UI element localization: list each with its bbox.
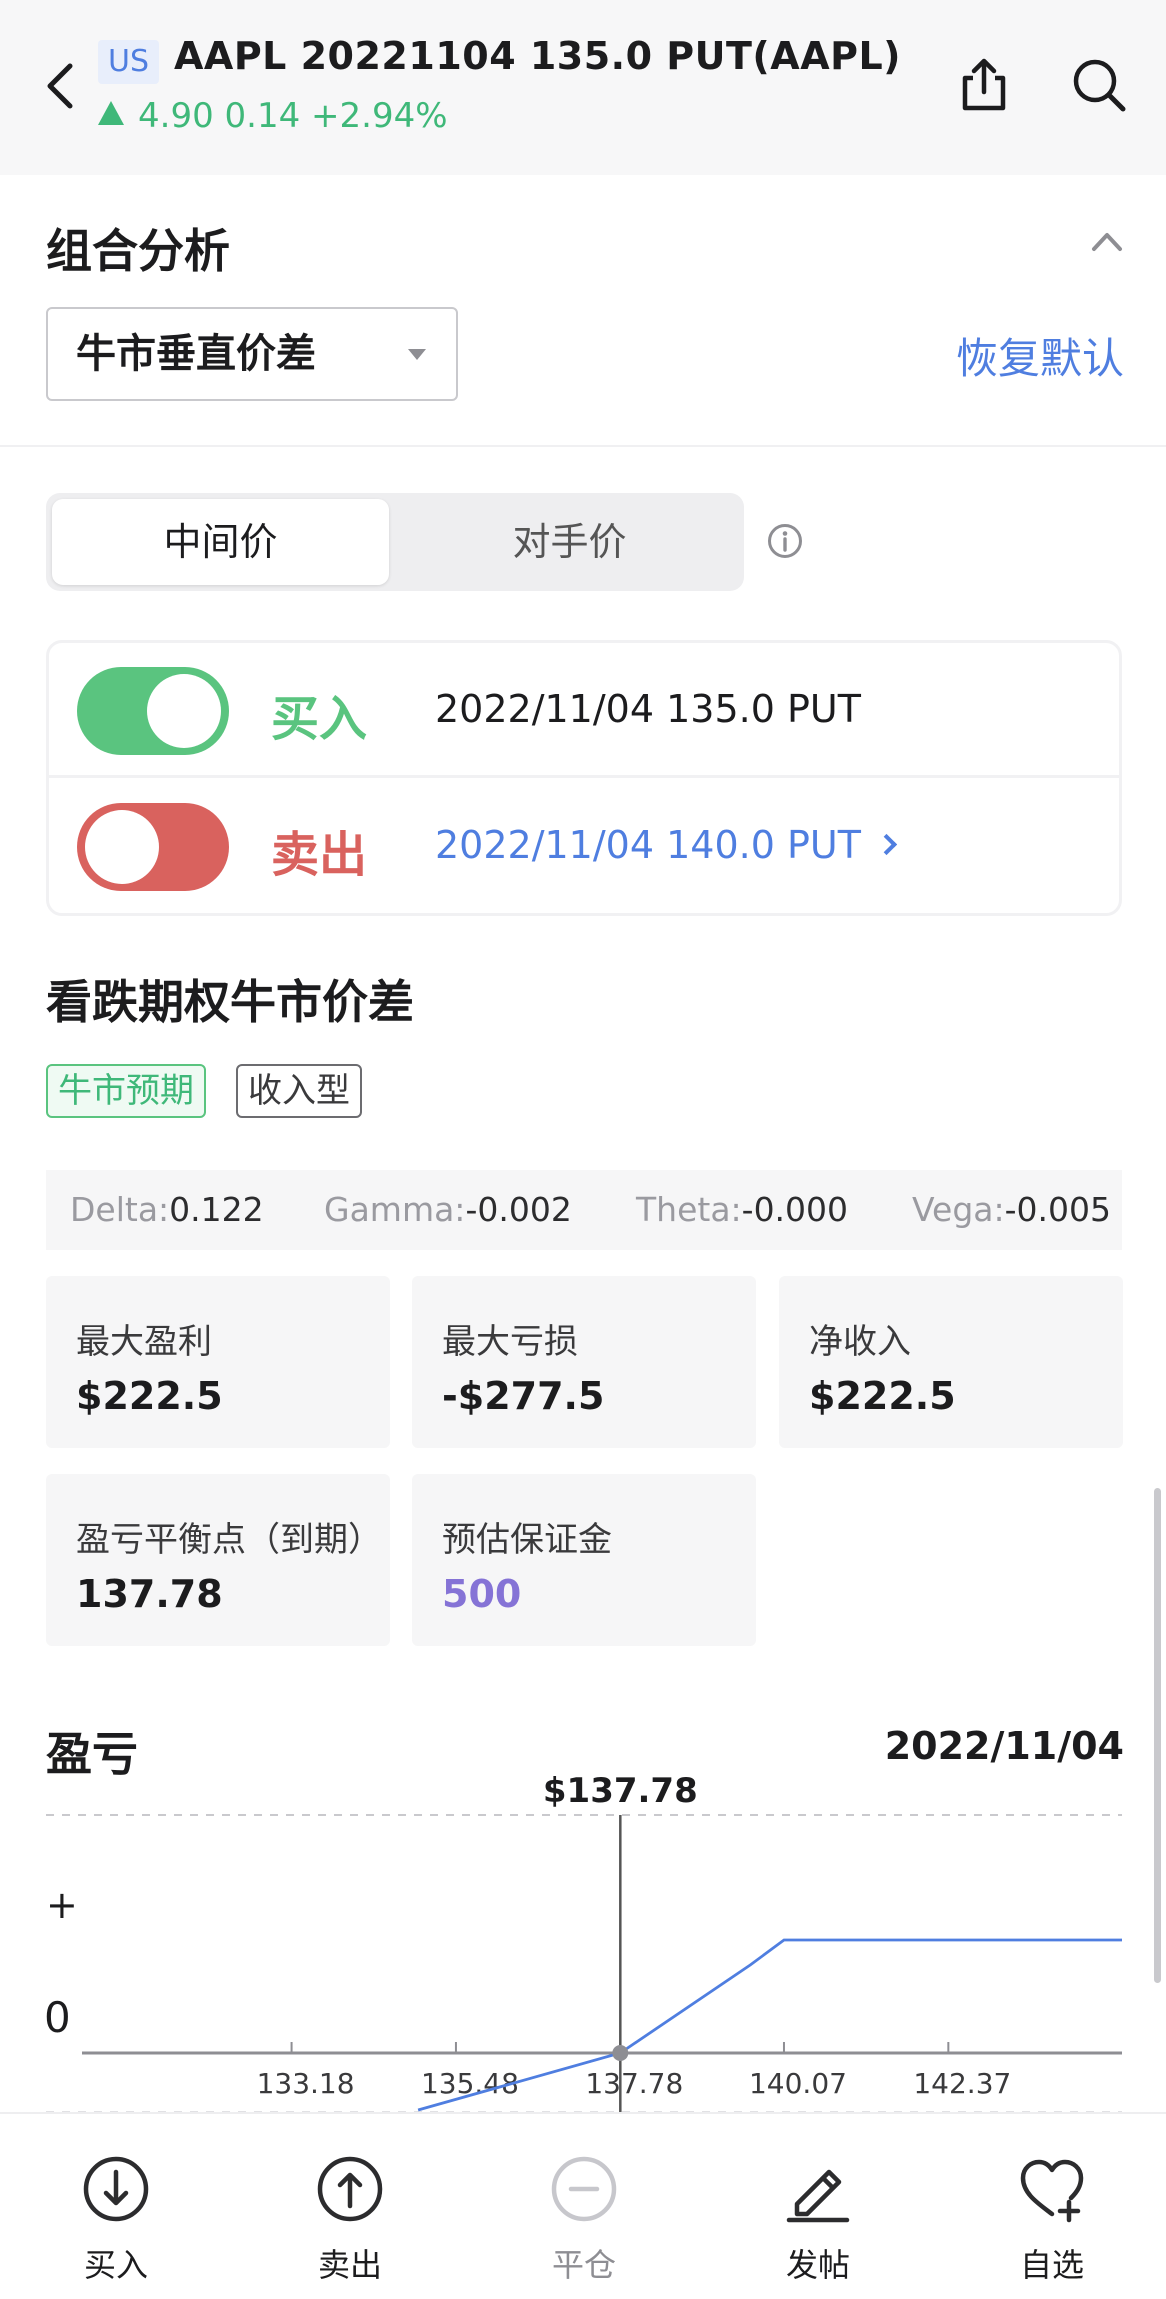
section-title: 组合分析	[46, 224, 230, 278]
pnl-chart[interactable]: + 0 133.18 135.48 137.78 140.07 142.37 $137.…	[0, 1770, 1166, 2115]
greek-value: -0.000	[741, 1190, 849, 1229]
tag-bullish: 牛市预期	[46, 1064, 206, 1118]
metric-label: 净收入	[809, 1322, 911, 1362]
pnl-date: 2022/11/04	[884, 1724, 1124, 1768]
x-tick-label: 133.18	[257, 2067, 355, 2100]
greek-label: Gamma:	[324, 1190, 466, 1229]
quote-line: 4.90 0.14 +2.94%	[98, 96, 448, 136]
greek-label: Vega:	[912, 1190, 1005, 1229]
scrollbar[interactable]	[1154, 1488, 1161, 1983]
strategy-select-value: 牛市垂直价差	[76, 331, 316, 377]
nav-label: 自选	[1019, 2246, 1084, 2284]
combo-analysis-section: 组合分析 牛市垂直价差 恢复默认	[0, 175, 1166, 447]
nav-buy[interactable]: 买入	[26, 2114, 206, 2299]
nav-label: 卖出	[317, 2246, 382, 2284]
bottom-nav: 买入 卖出 平仓 发帖 自选	[0, 2112, 1166, 2297]
metric-label: 盈亏平衡点（到期）	[76, 1520, 382, 1560]
metric-max-profit: 最大盈利 $222.5	[46, 1276, 390, 1448]
metric-max-loss: 最大亏损 -$277.5	[412, 1276, 756, 1448]
toggle-knob	[147, 674, 221, 748]
metric-value: 137.78	[76, 1572, 223, 1616]
metric-margin: 预估保证金 500	[412, 1474, 756, 1646]
greek-value: -0.002	[465, 1190, 572, 1229]
search-icon[interactable]	[1070, 56, 1128, 114]
toggle-knob	[85, 810, 159, 884]
leg-row: 卖出 2022/11/04 140.0 PUT	[49, 779, 1119, 914]
greek-value: -0.005	[1004, 1190, 1111, 1229]
breakeven-dot	[612, 2045, 629, 2061]
metric-value: $222.5	[76, 1374, 223, 1418]
chevron-up-icon[interactable]	[1090, 229, 1124, 253]
metric-breakeven: 盈亏平衡点（到期） 137.78	[46, 1474, 390, 1646]
metric-value: -$277.5	[442, 1374, 605, 1418]
greek-label: Delta:	[70, 1190, 170, 1229]
chevron-right-icon	[875, 833, 898, 856]
quote-text: 4.90 0.14 +2.94%	[138, 96, 448, 136]
nav-label: 平仓	[551, 2246, 616, 2284]
arrow-down-circle-icon	[83, 2156, 149, 2222]
metric-label: 预估保证金	[442, 1520, 612, 1560]
y-label-plus: +	[46, 1883, 78, 1927]
share-icon[interactable]	[955, 56, 1013, 114]
price-mode-counter[interactable]: 对手价	[401, 499, 738, 585]
leg-side-buy: 买入	[271, 691, 368, 747]
arrow-up-circle-icon	[317, 2156, 383, 2222]
nav-label: 买入	[83, 2246, 148, 2284]
caret-down-icon	[408, 349, 426, 360]
reset-default-link[interactable]: 恢复默认	[956, 325, 1124, 386]
leg-toggle-buy[interactable]	[77, 667, 229, 755]
market-badge: US	[98, 40, 160, 84]
leg-contract-sell: 2022/11/04 140.0 PUT	[435, 823, 861, 867]
back-icon[interactable]	[38, 58, 82, 114]
info-icon[interactable]	[766, 522, 804, 560]
nav-close-position[interactable]: 平仓	[494, 2114, 674, 2299]
leg-row: 买入 2022/11/04 135.0 PUT	[49, 643, 1119, 778]
greek-vega: Vega:-0.005	[912, 1170, 1111, 1250]
legs-card: 买入 2022/11/04 135.0 PUT 卖出 2022/11/04 14…	[46, 640, 1122, 916]
x-tick-label: 140.07	[749, 2067, 847, 2100]
heart-plus-icon	[1020, 2159, 1084, 2223]
metric-label: 最大亏损	[442, 1322, 578, 1362]
nav-watchlist[interactable]: 自选	[962, 2114, 1142, 2299]
greek-delta: Delta:0.122	[70, 1170, 264, 1250]
leg-contract-buy: 2022/11/04 135.0 PUT	[435, 687, 861, 731]
nav-sell[interactable]: 卖出	[260, 2114, 440, 2299]
tag-income: 收入型	[236, 1064, 362, 1118]
strategy-name: 看跌期权牛市价差	[46, 975, 414, 1029]
strategy-select[interactable]: 牛市垂直价差	[46, 307, 458, 401]
price-mode-mid[interactable]: 中间价	[52, 499, 389, 585]
greek-theta: Theta:-0.000	[636, 1170, 848, 1250]
x-tick-label: 137.78	[585, 2067, 683, 2100]
greeks-bar: Delta:0.122 Gamma:-0.002 Theta:-0.000 Ve…	[46, 1170, 1122, 1250]
leg-toggle-sell[interactable]	[77, 803, 229, 891]
minus-circle-icon	[551, 2156, 617, 2222]
greek-label: Theta:	[636, 1190, 742, 1229]
page-title: AAPL 20221104 135.0 PUT(AAPL)	[174, 34, 902, 78]
greek-gamma: Gamma:-0.002	[324, 1170, 572, 1250]
price-mode-toggle: 中间价 对手价	[46, 493, 744, 591]
metric-net-income: 净收入 $222.5	[779, 1276, 1123, 1448]
y-label-zero: 0	[44, 1993, 71, 2042]
pencil-icon	[786, 2169, 850, 2223]
nav-label: 发帖	[785, 2246, 850, 2284]
breakeven-label: $137.78	[543, 1771, 698, 1811]
nav-post[interactable]: 发帖	[728, 2114, 908, 2299]
leg-contract-sell-link[interactable]: 2022/11/04 140.0 PUT	[435, 823, 898, 867]
header-bar: US AAPL 20221104 135.0 PUT(AAPL) 4.90 0.…	[0, 0, 1166, 175]
greek-value: 0.122	[169, 1190, 264, 1229]
metric-value: 500	[442, 1572, 522, 1616]
metric-label: 最大盈利	[76, 1322, 212, 1362]
metric-value: $222.5	[809, 1374, 956, 1418]
leg-side-sell: 卖出	[271, 827, 368, 883]
up-triangle-icon	[98, 101, 124, 125]
x-tick-label: 142.37	[913, 2067, 1011, 2100]
